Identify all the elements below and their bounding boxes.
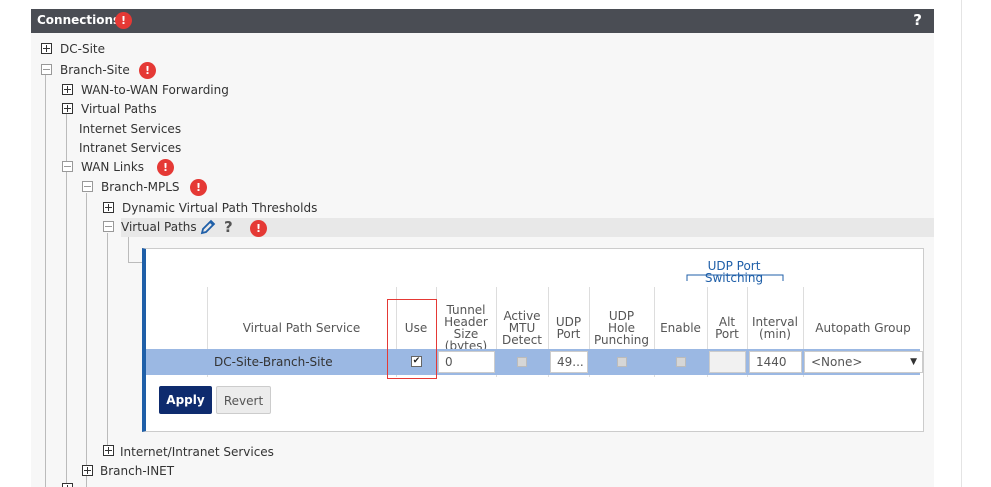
- collapse-icon[interactable]: [103, 221, 114, 232]
- tree-item-virtual-paths[interactable]: Virtual Paths: [81, 102, 157, 116]
- collapse-icon[interactable]: [41, 64, 52, 75]
- tree-item-branch-site[interactable]: Branch-Site: [60, 63, 130, 77]
- expand-icon[interactable]: [62, 103, 73, 114]
- tunnel-header-size-input[interactable]: 0: [438, 351, 495, 373]
- scrollbar-track[interactable]: [961, 0, 962, 487]
- tree-item-wan-links[interactable]: WAN Links: [81, 160, 144, 174]
- tree-item-branch-inet[interactable]: Branch-INET: [100, 464, 174, 478]
- collapse-icon[interactable]: [62, 161, 73, 172]
- use-column-highlight-box: [387, 299, 437, 379]
- col-interval: Interval (min): [752, 315, 798, 341]
- table-row[interactable]: DC-Site-Branch-Site ✔ 0 49... 1440 <None…: [146, 349, 923, 375]
- expand-icon[interactable]: [41, 43, 52, 54]
- expand-icon[interactable]: [62, 84, 73, 95]
- tree-item-dynamic-virtual-path-thresholds[interactable]: Dynamic Virtual Path Thresholds: [122, 201, 317, 215]
- help-icon[interactable]: ?: [913, 11, 922, 29]
- tree-line: [128, 237, 129, 262]
- tree-item-branch-mpls[interactable]: Branch-MPLS: [101, 180, 180, 194]
- apply-button[interactable]: Apply: [159, 386, 212, 414]
- alert-icon: !: [115, 12, 132, 29]
- expand-icon[interactable]: [62, 483, 73, 487]
- tree-line: [128, 262, 142, 263]
- expand-icon[interactable]: [103, 202, 114, 213]
- enable-checkbox[interactable]: [676, 357, 686, 367]
- tree-item-virtual-paths-selected[interactable]: Virtual Paths: [121, 220, 197, 234]
- alert-icon: !: [157, 159, 174, 176]
- tree-item-dc-site[interactable]: DC-Site: [60, 42, 105, 56]
- col-autopath-group: Autopath Group: [815, 321, 911, 335]
- col-tunnel-header-size: Tunnel Header Size (bytes): [444, 303, 488, 353]
- alert-icon: !: [250, 220, 267, 237]
- tree-item-internet-services[interactable]: Internet Services: [79, 122, 181, 136]
- chevron-down-icon: ▼: [910, 357, 917, 367]
- selected-row-highlight: [121, 218, 934, 237]
- virtual-path-service-cell: DC-Site-Branch-Site: [214, 355, 333, 369]
- udp-hole-punching-checkbox[interactable]: [617, 357, 627, 367]
- col-virtual-path-service: Virtual Path Service: [242, 321, 361, 335]
- col-enable: Enable: [660, 321, 701, 335]
- autopath-group-value: <None>: [811, 355, 863, 369]
- virtual-paths-table-card: UDP Port Switching Virtual Path Service …: [142, 248, 924, 432]
- collapse-icon[interactable]: [82, 181, 93, 192]
- help-icon[interactable]: ?: [224, 218, 233, 236]
- title-bar: Connections ! ?: [31, 9, 934, 33]
- alert-icon: !: [190, 179, 207, 196]
- group-bracket: [686, 274, 784, 281]
- tree-line: [86, 193, 87, 487]
- udp-port-input[interactable]: 49...: [550, 351, 588, 373]
- col-udp-port: UDP Port: [555, 315, 582, 341]
- interval-input[interactable]: 1440: [749, 351, 802, 373]
- autopath-group-select[interactable]: <None> ▼: [804, 351, 923, 373]
- tree-item-intranet-services[interactable]: Intranet Services: [79, 141, 181, 155]
- tree-line: [107, 233, 108, 449]
- pencil-edit-icon[interactable]: [200, 219, 216, 238]
- col-udp-hole-punching: UDP Hole Punching: [594, 309, 649, 347]
- connections-panel: Connections ! ? DC-Site Branch-Site ! WA…: [31, 9, 934, 487]
- col-active-mtu-detect: Active MTU Detect: [501, 309, 542, 347]
- expand-icon[interactable]: [82, 465, 93, 476]
- active-mtu-detect-checkbox[interactable]: [517, 357, 527, 367]
- alert-icon: !: [139, 62, 156, 79]
- col-alt-port: Alt Port: [715, 315, 739, 341]
- panel-title: Connections: [37, 13, 121, 27]
- expand-icon[interactable]: [103, 445, 114, 456]
- revert-button[interactable]: Revert: [216, 386, 271, 414]
- tree-item-internet-intranet-services[interactable]: Internet/Intranet Services: [120, 445, 274, 459]
- alt-port-input[interactable]: [709, 351, 746, 373]
- tree-line: [45, 74, 46, 487]
- tree-item-wan-to-wan-forwarding[interactable]: WAN-to-WAN Forwarding: [81, 83, 229, 97]
